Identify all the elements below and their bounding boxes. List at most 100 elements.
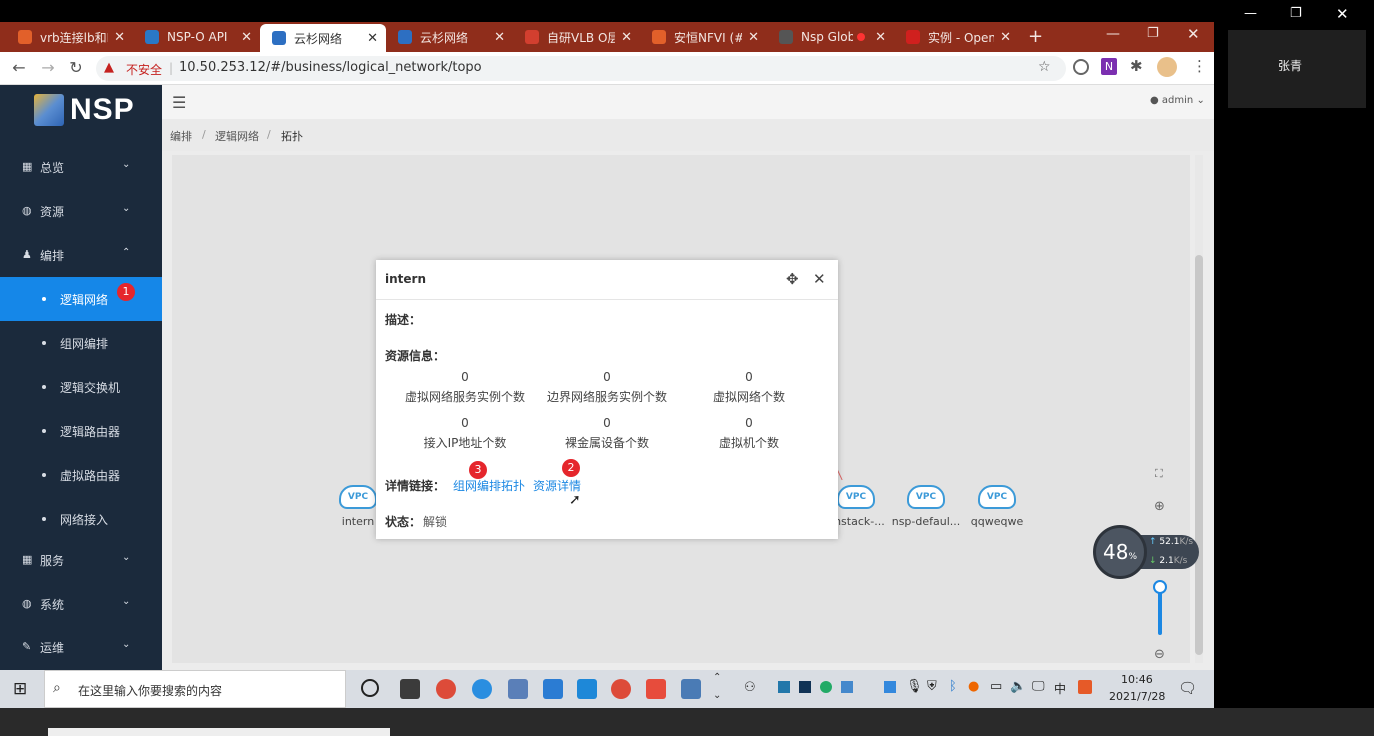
minimize-icon[interactable]: — [1244, 6, 1257, 21]
tray-icon[interactable] [884, 681, 896, 693]
menu-kebab-icon[interactable]: ⋮ [1192, 57, 1207, 75]
chevron-up-icon[interactable]: ⌃ [713, 672, 721, 683]
clock-date[interactable]: 2021/7/28 [1109, 690, 1165, 703]
user-menu[interactable]: ● admin ⌄ [1150, 95, 1205, 106]
tray-icon[interactable]: ● [968, 679, 979, 694]
close-icon[interactable]: ✕ [748, 30, 759, 45]
tab-openstack[interactable]: 实例 - OpenS ✕ [894, 22, 1019, 52]
taskbar-search-input[interactable]: ⌕ 在这里输入你要搜索的内容 [44, 670, 346, 708]
close-window-icon[interactable]: ✕ [1187, 25, 1200, 43]
tab-vlb[interactable]: 自研VLB O层 ✕ [513, 22, 640, 52]
clock-time[interactable]: 10:46 [1121, 673, 1153, 686]
menu-services[interactable]: ▦ 服务 ⌄ [0, 538, 162, 582]
fullscreen-icon[interactable]: ⛶ [1155, 467, 1163, 481]
vpc-node-qqweqwe[interactable]: VPC qqweqwe [962, 485, 1032, 528]
extension-icon[interactable] [1073, 59, 1089, 75]
close-icon[interactable]: ✕ [875, 30, 886, 45]
tray-icon[interactable] [799, 681, 811, 693]
close-icon[interactable]: ✕ [241, 30, 252, 45]
url-input[interactable]: ▲ 不安全 | 10.50.253.12/#/business/logical_… [96, 56, 1066, 81]
reload-icon[interactable]: ↻ [66, 58, 86, 78]
submenu-logical-network[interactable]: 逻辑网络 1 [0, 277, 162, 321]
ime-indicator[interactable]: 中 [1054, 680, 1066, 697]
wps-icon[interactable] [543, 679, 563, 699]
new-tab-button[interactable]: + [1028, 26, 1043, 47]
windows-start-icon[interactable]: ⊞ [13, 679, 27, 699]
sogou-icon[interactable] [1078, 680, 1092, 694]
volume-icon[interactable]: 🔈 [1010, 679, 1026, 694]
menu-ops[interactable]: ✎ 运维 ⌄ [0, 625, 162, 669]
bluetooth-icon[interactable]: ᛒ [949, 679, 957, 694]
remote-desktop-icon[interactable] [508, 679, 528, 699]
close-window-icon[interactable]: ✕ [1336, 5, 1349, 23]
zoom-out-icon[interactable]: ⊖ [1154, 647, 1165, 662]
tab-vrb[interactable]: vrb连接lb和M ✕ [6, 22, 133, 52]
star-icon[interactable]: ☆ [1038, 59, 1051, 75]
network-app-icon[interactable] [681, 679, 701, 699]
menu-resources[interactable]: ◍ 资源 ⌄ [0, 189, 162, 233]
store-icon[interactable] [400, 679, 420, 699]
tray-icon[interactable] [778, 681, 790, 693]
ie-icon[interactable] [472, 679, 492, 699]
submenu-network-access[interactable]: 网络接入 [0, 497, 162, 541]
app-icon[interactable] [646, 679, 666, 699]
submenu-virtual-router[interactable]: 虚拟路由器 [0, 453, 162, 497]
notification-icon[interactable]: 🗨 [1178, 679, 1197, 697]
tab-yunshan-active[interactable]: 云杉网络 ✕ [260, 24, 386, 52]
address-bar: ← → ↻ ▲ 不安全 | 10.50.253.12/#/business/lo… [0, 52, 1214, 85]
tab-nsp-glob[interactable]: Nsp Glob ✕ [767, 22, 894, 52]
tray-icon[interactable] [841, 681, 853, 693]
description-label: 描述： [385, 313, 422, 327]
person-icon: ♟ [22, 248, 32, 261]
puzzle-icon[interactable]: ✱ [1130, 57, 1143, 75]
stat-virtual-networks: 0 虚拟网络个数 [712, 370, 785, 404]
shield-icon[interactable]: ⛨ [927, 679, 937, 694]
stat-vms: 0 虚拟机个数 [718, 416, 779, 450]
close-icon[interactable]: ✕ [114, 30, 125, 45]
cortana-icon[interactable] [361, 679, 379, 697]
chevron-down-icon[interactable]: ⌄ [713, 690, 721, 701]
restore-icon[interactable]: ❐ [1290, 6, 1302, 21]
vpc-node-nsp-default[interactable]: VPC nsp-defaul... [891, 485, 961, 528]
network-topology-link[interactable]: 组网编排拓扑 [453, 477, 525, 494]
chrome-icon[interactable] [611, 679, 631, 699]
close-icon[interactable]: ✕ [1000, 30, 1011, 45]
scrollbar[interactable] [1195, 155, 1203, 663]
submenu-network-orchestration[interactable]: 组网编排 [0, 321, 162, 365]
submenu-logical-router[interactable]: 逻辑路由器 [0, 409, 162, 453]
menu-orchestration[interactable]: ♟ 编排 ⌃ [0, 233, 162, 277]
restore-icon[interactable]: ❐ [1147, 26, 1159, 41]
back-icon[interactable]: ← [9, 58, 29, 78]
breadcrumb-item[interactable]: 逻辑网络 [215, 128, 259, 144]
network-icon[interactable]: 🖵 [1032, 679, 1045, 694]
people-icon[interactable]: ⚇ [744, 680, 756, 695]
yunshan-logo-icon [272, 31, 286, 45]
close-icon[interactable]: ✕ [621, 30, 632, 45]
menu-system[interactable]: ◍ 系统 ⌄ [0, 582, 162, 626]
breadcrumb-item[interactable]: 编排 [170, 128, 192, 144]
chrome-icon [525, 30, 539, 44]
submenu-logical-switch[interactable]: 逻辑交换机 [0, 365, 162, 409]
tab-nfvi[interactable]: 安恒NFVI (#2 ✕ [640, 22, 767, 52]
forward-icon[interactable]: → [38, 58, 58, 78]
close-icon[interactable]: ✕ [813, 270, 826, 288]
tray-icon[interactable] [820, 681, 832, 693]
minimize-icon[interactable]: — [1106, 26, 1120, 42]
close-icon[interactable]: ✕ [367, 31, 378, 46]
profile-avatar[interactable] [1157, 57, 1177, 77]
close-icon[interactable]: ✕ [494, 30, 505, 45]
zoom-in-icon[interactable]: ⊕ [1154, 499, 1165, 514]
zoom-slider[interactable] [1158, 587, 1162, 635]
tab-nsp-api[interactable]: NSP-O API ✕ [133, 22, 260, 52]
zoom-slider-handle[interactable] [1153, 580, 1167, 594]
hamburger-icon[interactable]: ☰ [172, 93, 186, 112]
battery-icon[interactable]: ▭ [990, 679, 1002, 694]
menu-overview[interactable]: ▦ 总览 ⌄ [0, 145, 162, 189]
microphone-icon[interactable]: 🎙 [906, 679, 923, 694]
onenote-icon[interactable]: N [1101, 58, 1117, 75]
tab-yunshan[interactable]: 云杉网络 ✕ [386, 22, 513, 52]
move-icon[interactable]: ✥ [786, 270, 799, 288]
chrome-icon[interactable] [436, 679, 456, 699]
yunshan-logo-icon [398, 30, 412, 44]
vscode-icon[interactable] [577, 679, 597, 699]
